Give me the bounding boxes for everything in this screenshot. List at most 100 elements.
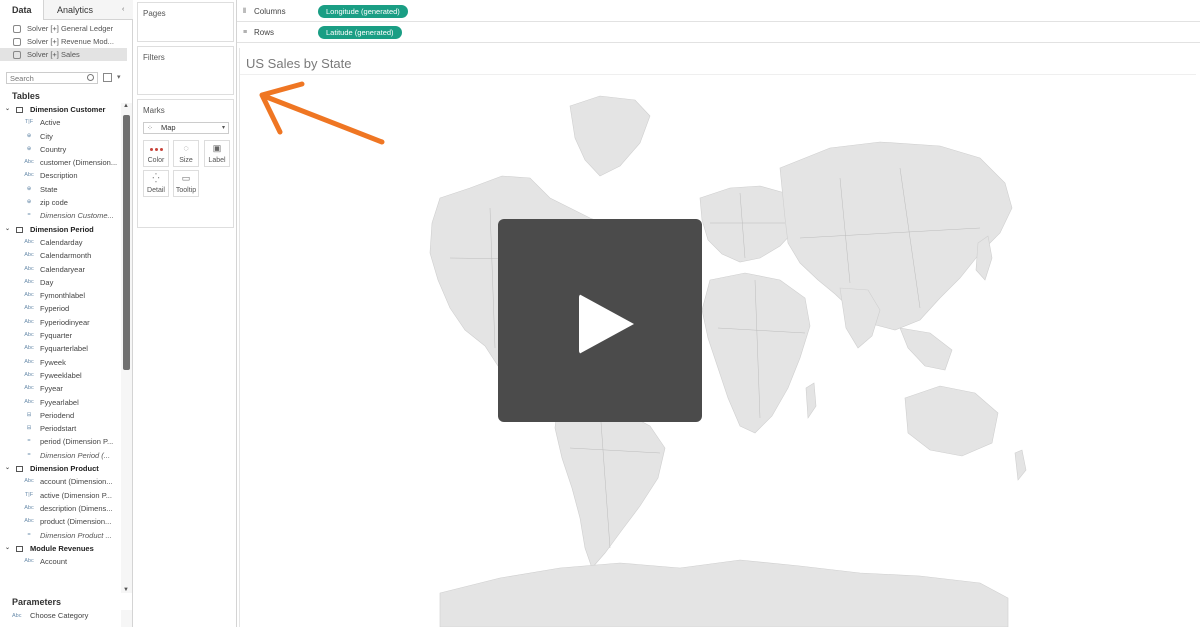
field-item[interactable]: ⊕ zip code [0,196,121,209]
field-item[interactable]: Abc customer (Dimension... [0,156,121,169]
field-label: account (Dimension... [40,477,113,487]
view-toggle-icon[interactable] [103,73,112,82]
field-item[interactable]: Abc Fyperiodinyear [0,316,121,329]
field-item[interactable]: ⊟ Periodend [0,409,121,422]
field-type-icon: = [27,438,31,445]
field-item[interactable]: Abc description (Dimens... [0,502,121,515]
field-label: period (Dimension P... [40,437,114,447]
field-item[interactable]: = Dimension Product ... [0,529,121,542]
field-item[interactable]: ⊕ State [0,183,121,196]
label-button[interactable]: ▣ Label [204,140,230,167]
field-item[interactable]: Abc Fyweeklabel [0,369,121,382]
field-item[interactable]: Abc product (Dimension... [0,515,121,528]
field-item[interactable]: Abc Account [0,555,121,568]
field-item[interactable]: Abc Calendarmonth [0,249,121,262]
chevron-down-icon[interactable]: ⌄ [5,223,10,236]
table-group[interactable]: ⌄ Dimension Period [0,223,121,236]
mark-type-select[interactable]: ⁘ Map ▾ [143,122,229,134]
title-divider [240,74,1196,75]
rows-shelf[interactable]: ≡ Rows Latitude (generated) [237,23,1200,43]
field-item[interactable]: Abc Fyquarterlabel [0,342,121,355]
label-icon: ▣ [212,143,222,153]
field-type-icon: Abc [24,518,34,525]
field-item[interactable]: Abc Fyyearlabel [0,396,121,409]
cards-column: Pages Filters Marks ⁘ Map ▾ Color ◌ Size… [133,0,237,627]
columns-icon: ⦀ [243,8,247,15]
pages-card[interactable]: Pages [137,2,234,42]
scroll-up-icon[interactable]: ▲ [123,103,129,109]
field-item[interactable]: Abc account (Dimension... [0,475,121,488]
field-type-icon: Abc [24,398,34,405]
field-item[interactable]: = Dimension Period (... [0,449,121,462]
scrollbar-thumb[interactable] [123,115,130,370]
field-item[interactable]: Abc Fyyear [0,382,121,395]
data-source-item[interactable]: Solver [+] General Ledger [0,22,133,35]
field-label: State [40,184,58,194]
field-type-icon: = [27,531,31,538]
tab-data[interactable]: Data [0,0,44,20]
filters-card[interactable]: Filters [137,46,234,95]
world-map[interactable] [240,48,1196,627]
table-group[interactable]: ⌄ Dimension Product [0,462,121,475]
scroll-down-icon[interactable]: ▼ [123,587,129,593]
field-item[interactable]: ⊕ Country [0,143,121,156]
field-type-icon: Abc [24,172,34,179]
parameters-scrollbar[interactable] [121,610,132,627]
field-label: Fyweek [40,357,66,367]
search-input[interactable] [7,73,87,83]
color-icon [144,141,168,156]
field-item[interactable]: Abc Fyweek [0,356,121,369]
parameters-heading: Parameters [12,597,62,607]
table-group-name: Dimension Customer [30,105,106,114]
field-item[interactable]: Abc Description [0,169,121,182]
table-group[interactable]: ⌄ Module Revenues [0,542,121,555]
detail-button[interactable]: ⁛ Detail [143,170,169,197]
field-item[interactable]: Abc Fymonthlabel [0,289,121,302]
chevron-down-icon[interactable]: ▾ [117,73,121,81]
annotation-arrow [259,81,385,145]
table-group[interactable]: ⌄ Dimension Customer [0,103,121,116]
field-type-icon: Abc [24,305,34,312]
field-item[interactable]: Abc Fyquarter [0,329,121,342]
field-list-scrollbar[interactable]: ▲ ▼ [121,103,132,593]
field-item[interactable]: = period (Dimension P... [0,435,121,448]
field-item[interactable]: ⊟ Periodstart [0,422,121,435]
color-button[interactable]: Color [143,140,169,167]
pane-tabs: Data Analytics ‹ [0,0,133,20]
field-label: Dimension Period (... [40,450,111,460]
search-icon[interactable] [87,74,94,81]
collapse-pane-icon[interactable]: ‹ [122,6,128,14]
field-item[interactable]: T|F Active [0,116,121,129]
longitude-pill[interactable]: Longitude (generated) [318,5,408,18]
field-item[interactable]: = Dimension Custome... [0,209,121,222]
field-label: Calendaryear [40,264,86,274]
search-box [6,72,98,84]
chevron-down-icon[interactable]: ⌄ [5,103,10,116]
tooltip-button[interactable]: ▭ Tooltip [173,170,199,197]
chevron-down-icon[interactable]: ▾ [222,123,225,133]
size-button[interactable]: ◌ Size [173,140,199,167]
detail-icon: ⁛ [152,173,160,183]
field-label: Day [40,277,54,287]
field-label: Periodstart [40,424,77,434]
data-source-item-selected[interactable]: Solver [+] Sales [0,48,127,61]
field-type-icon: ⊕ [26,132,32,139]
table-icon [16,466,23,473]
columns-shelf[interactable]: ⦀ Columns Longitude (generated) [237,2,1200,22]
field-item[interactable]: Abc Day [0,276,121,289]
rows-shelf-label: Rows [254,28,275,37]
tab-analytics[interactable]: Analytics [57,0,117,20]
field-item[interactable]: Abc Fyperiod [0,302,121,315]
database-icon [13,38,21,46]
parameter-item[interactable]: Abc Choose Category [0,610,121,622]
chevron-down-icon[interactable]: ⌄ [5,542,10,555]
chevron-down-icon[interactable]: ⌄ [5,462,10,475]
field-label: Periodend [40,410,75,420]
field-item[interactable]: Abc Calendaryear [0,263,121,276]
play-button[interactable] [498,219,702,422]
field-item[interactable]: ⊕ City [0,130,121,143]
field-item[interactable]: T|F active (Dimension P... [0,489,121,502]
latitude-pill[interactable]: Latitude (generated) [318,26,402,39]
data-source-item[interactable]: Solver [+] Revenue Mod... [0,35,133,48]
field-item[interactable]: Abc Calendarday [0,236,121,249]
